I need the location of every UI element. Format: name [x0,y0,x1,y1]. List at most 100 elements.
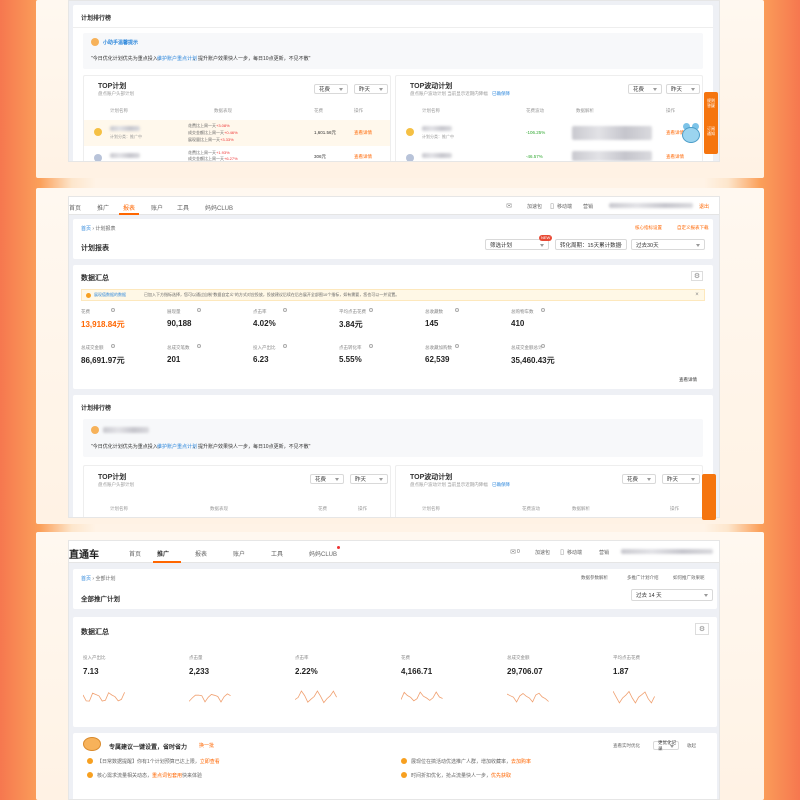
sparkline-path [295,690,337,704]
date-select[interactable]: 昨天 [354,84,388,94]
nav-home[interactable]: 首页 [69,203,81,212]
sparkline-path [189,693,231,703]
col-spend: 花费 [318,506,327,511]
tip-link[interactable]: 维护账户重点计划 [157,55,197,62]
date-select[interactable]: 昨天 [662,474,700,484]
nav-report[interactable]: 报表 [123,203,135,212]
mobile-icon[interactable]: ▯ [559,548,565,556]
date-select[interactable]: 过去30天 [631,239,705,250]
side-float-bar[interactable]: 规则答疑 订阅通知 [704,92,718,154]
metric-value: 4,166.71 [401,667,433,676]
row-action[interactable]: 查看详情 [666,154,684,160]
top-drop-sub: 盘点账户波动计划 当前显示近期内降幅 [410,91,488,96]
link-marketing[interactable]: 营销 [583,203,593,210]
drop-link[interactable]: 已确保降 [492,482,510,488]
side-float-bar[interactable] [702,474,716,520]
trophy-silver-icon [94,154,102,161]
metric-select[interactable]: 花费 [628,84,662,94]
table-row: -46.57% 查看详情 [396,148,702,161]
top-nav: 首页 推广 报表 账户 工具 妈妈CLUB ✉ 加速包 ▯ 移动端 营销 退出 [69,197,719,215]
table-row: 计划分类：推广中 花费比上周一天+3.08% 成交金额比上周一天+0.46% 展… [84,120,390,146]
nav-promote[interactable]: 推广 [157,549,169,558]
nav-club[interactable]: 妈妈CLUB [309,549,337,558]
tip-link[interactable]: 维护账户重点计划 [157,443,197,450]
filter-select[interactable]: 筛选计划 [485,239,549,250]
help-icon [283,308,287,312]
metric-value: 86,691.97元 [81,356,125,365]
top-drop-title: TOP波动计划 [410,83,453,90]
row-line: 成交金额比上周一天+6.27% [188,156,238,161]
date-select[interactable]: 昨天 [666,84,700,94]
summary-card: 数据汇总 ⚙ 展现值数据的数据 已加入下方指标选择，您可以通过自制"数据自定义"… [73,265,713,389]
logout-link[interactable]: 退出 [699,203,709,210]
col-change: 花费波动 [522,506,540,511]
col-action: 操作 [354,108,363,113]
date-select[interactable]: 昨天 [350,474,388,484]
record-button[interactable]: 更优化记录 [653,740,679,751]
logo[interactable]: 直通车 [69,546,99,561]
nav-home[interactable]: 首页 [129,549,141,558]
breadcrumb: 首页 › 计划报表 [81,226,116,232]
row-action[interactable]: 查看详情 [354,154,372,160]
help-link[interactable]: 如何推广效果呢 [673,575,705,581]
bee-mascot-icon [83,737,101,751]
help-link[interactable]: 数据参数解析 [581,575,608,581]
nav-club[interactable]: 妈妈CLUB [205,203,233,212]
help-link[interactable]: 多推广计划介绍 [627,575,659,581]
trophy-gold-icon [406,128,414,136]
attribution-select[interactable]: 转化周期：15天累计数据 [555,239,627,250]
nav-report[interactable]: 报表 [195,549,207,558]
nav-promote[interactable]: 推广 [97,203,109,212]
nav-account[interactable]: 账户 [233,549,245,558]
assistant-avatar-icon [91,426,99,434]
metric-label: 总收藏数 [425,309,443,314]
trophy-silver-icon [406,154,414,161]
row-spend: 1,601.56元 [314,130,337,135]
help-icon [197,308,201,312]
more-link[interactable]: 查看详情 [679,377,697,383]
metric-label: 展现量 [167,309,181,314]
realtime-link[interactable]: 查看实时优化 [613,743,640,749]
suggest-card: 专属建议一键设置，省时省力 换一批 查看实时优化 更优化记录 收起 【日常数据提… [73,733,717,799]
message-icon[interactable]: ✉ [509,548,517,556]
nav-account[interactable]: 账户 [151,203,163,212]
message-icon[interactable]: ✉ [505,202,513,210]
table-row: 花费比上周一天+1.93% 成交金额比上周一天+6.27% 306元 查看详情 [84,148,390,161]
collapse-link[interactable]: 收起 [687,743,696,749]
mobile-icon[interactable]: ▯ [549,202,555,210]
screenshot-ranking: 计划排行榜 小助手温馨提示 "今日优化计划优先为重点投入， 维护账户重点计划 ，… [68,0,720,162]
metric-value: 145 [425,319,439,328]
drop-link[interactable]: 已确保降 [492,91,510,97]
page-header: 首页 › 全部计划 数据参数解析 多推广计划介绍 如何推广效果呢 全部推广计划 … [73,569,717,609]
metric-select[interactable]: 花费 [622,474,656,484]
metric-value: 7.13 [83,667,99,676]
metric-value: 13,918.84元 [81,320,125,329]
help-icon [541,344,545,348]
row-line: 展现量比上周一天+3.33% [188,137,234,142]
refresh-link[interactable]: 换一批 [199,742,214,749]
tip-text-b: ，提升账户效果快人一步，每日10点更新，不见不散" [193,444,311,450]
metric-select[interactable]: 花费 [310,474,344,484]
link-boost[interactable]: 加速包 [527,203,542,210]
new-badge: NEW [539,235,553,241]
metric-label: 花费 [401,655,410,660]
nav-tools[interactable]: 工具 [271,549,283,558]
suggest-icon [87,758,93,764]
link-mobile[interactable]: 移动端 [567,549,582,556]
link-mobile[interactable]: 移动端 [557,203,572,210]
top-plan-title: TOP计划 [98,474,127,481]
metric-select[interactable]: 花费 [314,84,348,94]
core-metric-link[interactable]: 核心指标设置 [635,225,662,231]
mascot-icon[interactable] [679,123,701,147]
nav-tools[interactable]: 工具 [177,203,189,212]
download-link[interactable]: 自定义报表下载 [677,225,709,231]
col-plan-name: 计划名称 [422,506,440,511]
link-boost[interactable]: 加速包 [535,549,550,556]
summary-card: 数据汇总 ⚙ 投入产出比 7.13 点击量 2,233 点击率 2.22% 花费 4,166.… [73,617,717,727]
row-action[interactable]: 查看详情 [354,130,372,136]
link-marketing[interactable]: 营销 [599,549,609,556]
date-select[interactable]: 过去 14 天 [631,589,713,601]
metric-value: 5.55% [339,355,362,364]
help-icon [455,344,459,348]
metric-value: 201 [167,355,181,364]
